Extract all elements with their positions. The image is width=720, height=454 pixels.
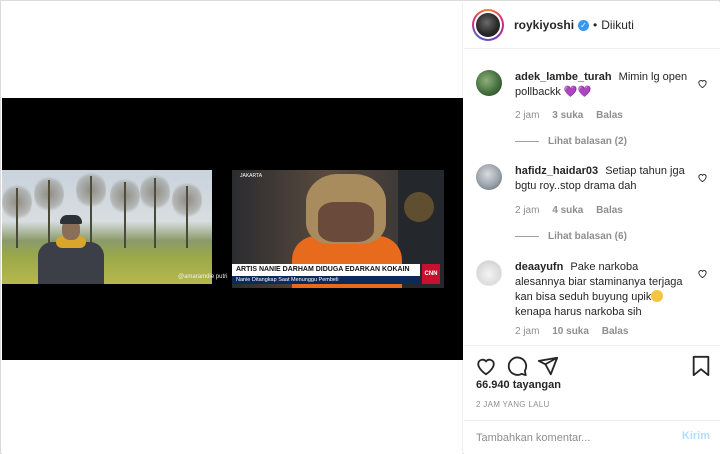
news-headline: ARTIS NANIE DARHAM DIDUGA EDARKAN KOKAIN — [232, 264, 420, 276]
add-comment-bar: Kirim — [464, 420, 720, 454]
share-icon[interactable] — [537, 355, 559, 377]
view-replies-button[interactable]: Lihat balasan (2) — [515, 136, 627, 147]
tree — [172, 180, 202, 248]
avatar[interactable] — [472, 9, 504, 41]
comment-item: adek_lambe_turah Mimin lg open pollbackk… — [476, 70, 714, 166]
comment-likes[interactable]: 10 suka — [552, 326, 589, 337]
comment-meta: 2 jam 3 suka Balas — [515, 110, 633, 121]
bookmark-icon[interactable] — [690, 355, 712, 377]
view-replies-label: Lihat balasan (2) — [548, 136, 627, 147]
video-watermark: @amaramdie putri — [178, 274, 228, 280]
comment-text-block: adek_lambe_turah Mimin lg open pollbackk… — [515, 70, 690, 100]
send-comment-button[interactable]: Kirim — [682, 430, 710, 442]
comment-meta: 2 jam 10 suka Balas — [515, 326, 638, 337]
replies-divider — [515, 141, 539, 142]
view-replies-button[interactable]: Lihat balasan (6) — [515, 231, 627, 242]
comment-body-continued: kenapa harus narkoba sih — [515, 306, 642, 318]
reply-button[interactable]: Balas — [596, 110, 623, 121]
purple-heart-emoji: 💜💜 — [563, 86, 592, 98]
comment-username[interactable]: deaayufn — [515, 261, 563, 273]
tree — [140, 172, 170, 248]
comment-input[interactable] — [476, 429, 666, 447]
comment-text-block: hafidz_haidar03 Setiap tahun jga bgtu ro… — [515, 164, 690, 194]
heart-icon[interactable] — [697, 172, 708, 183]
news-logo: CNN — [422, 264, 440, 284]
follow-button[interactable]: Diikuti — [601, 18, 634, 32]
view-count[interactable]: 66.940 tayangan — [476, 379, 561, 391]
news-location-label: JAKARTA — [240, 173, 263, 179]
heart-icon[interactable] — [697, 268, 708, 279]
separator-dot: • — [593, 18, 598, 32]
video-scene-park — [2, 170, 212, 284]
heart-icon[interactable] — [475, 355, 497, 377]
comment-time: 2 jam — [515, 110, 540, 121]
post-panel: roykiyoshi ✓ • Diikuti adek_lambe_turah … — [464, 2, 720, 454]
comment-item: hafidz_haidar03 Setiap tahun jga bgtu ro… — [476, 164, 714, 260]
comment-icon[interactable] — [506, 355, 528, 377]
avatar[interactable] — [476, 70, 502, 96]
person-figure — [38, 215, 104, 284]
comment-time: 2 jam — [515, 205, 540, 216]
comment-username[interactable]: adek_lambe_turah — [515, 71, 612, 83]
post-header: roykiyoshi ✓ • Diikuti — [464, 2, 720, 49]
reply-button[interactable]: Balas — [602, 326, 629, 337]
post-username[interactable]: roykiyoshi — [514, 18, 574, 32]
view-replies-label: Lihat balasan (6) — [548, 231, 627, 242]
media-area: @amaramdie putri JAKARTA ARTIS NANIE DAR… — [2, 2, 463, 454]
emblem-icon — [404, 192, 434, 222]
post-timestamp[interactable]: 2 JAM YANG LALU — [476, 400, 550, 409]
replies-divider — [515, 236, 539, 237]
reply-button[interactable]: Balas — [596, 205, 623, 216]
verified-icon: ✓ — [578, 19, 590, 31]
heart-icon[interactable] — [697, 78, 708, 89]
news-subline: Nanie Ditangkap Saat Menunggu Pembeli — [232, 276, 420, 284]
news-ticker: ARTIS NANIE DARHAM DIDUGA EDARKAN KOKAIN… — [232, 264, 444, 286]
avatar[interactable] — [476, 164, 502, 190]
comment-likes[interactable]: 4 suka — [552, 205, 583, 216]
comment-item: deaayufn Pake narkoba alesannya biar sta… — [476, 260, 714, 345]
video-scene-news: JAKARTA ARTIS NANIE DARHAM DIDUGA EDARKA… — [232, 170, 444, 288]
comment-time: 2 jam — [515, 326, 540, 337]
comments-list: adek_lambe_turah Mimin lg open pollbackk… — [464, 50, 720, 345]
comment-text-block: deaayufn Pake narkoba alesannya biar sta… — [515, 260, 690, 320]
tree — [2, 182, 32, 248]
comment-meta: 2 jam 4 suka Balas — [515, 205, 633, 216]
smile-emoji-icon — [651, 290, 664, 302]
video-player[interactable]: @amaramdie putri JAKARTA ARTIS NANIE DAR… — [2, 98, 463, 360]
comment-username[interactable]: hafidz_haidar03 — [515, 165, 598, 177]
comment-likes[interactable]: 3 suka — [552, 110, 583, 121]
avatar[interactable] — [476, 260, 502, 286]
tree — [110, 176, 140, 248]
post-frame: @amaramdie putri JAKARTA ARTIS NANIE DAR… — [0, 0, 720, 454]
